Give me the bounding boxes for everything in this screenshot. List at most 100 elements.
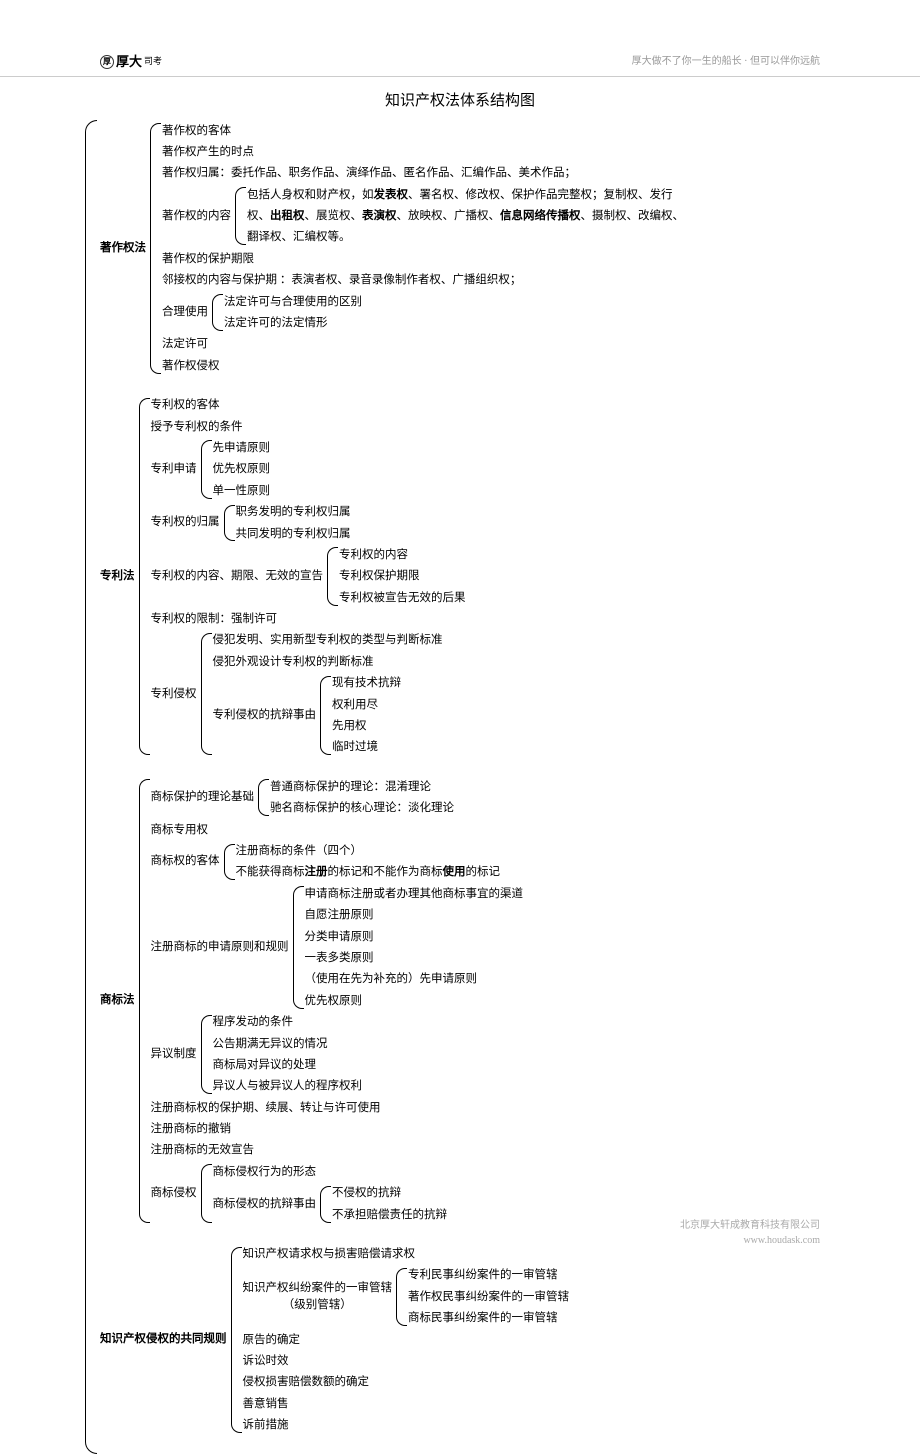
node-infringement: 专利侵权 侵犯发明、实用新型专利权的类型与判断标准 侵犯外观设计专利权的判断标准…	[151, 630, 861, 758]
leaf: 诉讼时效	[243, 1350, 861, 1371]
logo-icon: 厚	[100, 55, 114, 69]
section-label: 著作权法	[100, 240, 150, 257]
node-label: 商标保护的理论基础	[151, 789, 259, 806]
leaf: 注册商标的无效宣告	[151, 1140, 861, 1161]
footer-company: 北京厚大轩成教育科技有限公司	[680, 1218, 820, 1233]
leaf: 法定许可与合理使用的区别	[224, 291, 860, 312]
leaf: 商标侵权行为的形态	[213, 1161, 861, 1182]
node-object: 商标权的客体 注册商标的条件（四个） 不能获得商标注册的标记和不能作为商标使用的…	[151, 841, 861, 884]
leaf: 单一性原则	[213, 480, 861, 501]
node-ownership: 专利权的归属 职务发明的专利权归属 共同发明的专利权归属	[151, 502, 861, 545]
node-label: 著作权的内容	[162, 208, 235, 225]
node-application: 专利申请 先申请原则 优先权原则 单一性原则	[151, 437, 861, 501]
node-label: 专利权的内容、期限、无效的宣告	[151, 568, 328, 585]
node-theory: 商标保护的理论基础 普通商标保护的理论：混淆理论 驰名商标保护的核心理论：淡化理…	[151, 776, 861, 819]
leaf: 原告的确定	[243, 1329, 861, 1350]
node-jurisdiction: 知识产权纠纷案件的一审管辖 （级别管辖） 专利民事纠纷案件的一审管辖 著作权民事…	[243, 1265, 861, 1329]
leaf: 先申请原则	[213, 437, 861, 458]
leaf: 侵犯外观设计专利权的判断标准	[213, 651, 861, 672]
leaf: 专利权保护期限	[339, 566, 860, 587]
node-label: 专利权的归属	[151, 514, 224, 531]
node-label: 商标侵权的抗辩事由	[213, 1196, 321, 1213]
leaf: 侵权损害赔偿数额的确定	[243, 1372, 861, 1393]
section-label: 专利法	[100, 568, 139, 585]
section-label: 商标法	[100, 992, 139, 1009]
section-copyright: 著作权法 著作权的客体 著作权产生的时点 著作权归属：委托作品、职务作品、演绎作…	[100, 120, 860, 377]
leaf: 现有技术抗辩	[332, 673, 860, 694]
leaf: 分类申请原则	[305, 926, 861, 947]
leaf: 法定许可	[162, 334, 860, 355]
leaf: 注册商标的条件（四个）	[236, 841, 861, 862]
leaf: 法定许可的法定情形	[224, 313, 860, 334]
leaf: 著作权归属：委托作品、职务作品、演绎作品、匿名作品、汇编作品、美术作品；	[162, 163, 860, 184]
leaf: 著作权的客体	[162, 120, 860, 141]
node-content-term: 专利权的内容、期限、无效的宣告 专利权的内容 专利权保护期限 专利权被宣告无效的…	[151, 544, 861, 608]
leaf: 包括人身权和财产权，如发表权、署名权、修改权、保护作品完整权；复制权、发行	[247, 184, 797, 205]
node-defense: 专利侵权的抗辩事由 现有技术抗辩 权利用尽 先用权 临时过境	[213, 673, 861, 759]
leaf: 注册商标的撤销	[151, 1119, 861, 1140]
leaf: 不侵权的抗辩	[332, 1183, 860, 1204]
node-fairuse: 合理使用 法定许可与合理使用的区别 法定许可的法定情形	[162, 291, 860, 334]
node-label: 专利侵权	[151, 686, 201, 703]
leaf: 异议人与被异议人的程序权利	[213, 1076, 861, 1097]
leaf: 职务发明的专利权归属	[236, 502, 861, 523]
node-label: 专利侵权的抗辩事由	[213, 707, 321, 724]
leaf: 著作权民事纠纷案件的一审管辖	[408, 1286, 860, 1307]
leaf: 驰名商标保护的核心理论：淡化理论	[270, 798, 860, 819]
node-content: 著作权的内容 包括人身权和财产权，如发表权、署名权、修改权、保护作品完整权；复制…	[162, 184, 860, 248]
leaf: 专利民事纠纷案件的一审管辖	[408, 1265, 860, 1286]
leaf: 公告期满无异议的情况	[213, 1033, 861, 1054]
page-header: 厚 厚大 司考 厚大做不了你一生的船长 · 但可以伴你远航	[0, 52, 920, 77]
node-label: 注册商标的申请原则和规则	[151, 939, 293, 956]
leaf: 商标专用权	[151, 819, 861, 840]
outline-tree: 著作权法 著作权的客体 著作权产生的时点 著作权归属：委托作品、职务作品、演绎作…	[100, 120, 860, 1454]
leaf: 著作权侵权	[162, 355, 860, 376]
footer: 北京厚大轩成教育科技有限公司 www.houdask.com	[680, 1218, 820, 1248]
leaf: 诉前措施	[243, 1415, 861, 1436]
node-label: 知识产权纠纷案件的一审管辖 （级别管辖）	[243, 1280, 397, 1315]
leaf: 程序发动的条件	[213, 1012, 861, 1033]
section-patent: 专利法 专利权的客体 授予专利权的条件 专利申请 先申请原则 优先权原则 单一性…	[100, 395, 860, 759]
node-label: 异议制度	[151, 1046, 201, 1063]
leaf: 善意销售	[243, 1393, 861, 1414]
leaf: 申请商标注册或者办理其他商标事宜的渠道	[305, 883, 861, 904]
leaf: 著作权产生的时点	[162, 141, 860, 162]
leaf: 优先权原则	[213, 459, 861, 480]
leaf: 普通商标保护的理论：混淆理论	[270, 776, 860, 797]
leaf: 邻接权的内容与保护期 ：表演者权、录音录像制作者权、广播组织权；	[162, 270, 860, 291]
leaf: 授予专利权的条件	[151, 416, 861, 437]
leaf: 专利权的客体	[151, 395, 861, 416]
leaf: 权、出租权、展览权、表演权、放映权、广播权、信息网络传播权、摄制权、改编权、	[247, 206, 797, 227]
logo: 厚 厚大 司考	[100, 52, 162, 72]
leaf: 专利权被宣告无效的后果	[339, 587, 860, 608]
leaf: （使用在先为补充的）先申请原则	[305, 969, 861, 990]
leaf: 优先权原则	[305, 990, 861, 1011]
node-tm-infringement: 商标侵权 商标侵权行为的形态 商标侵权的抗辩事由 不侵权的抗辩 不承担赔偿责任的…	[151, 1161, 861, 1225]
leaf: 自愿注册原则	[305, 905, 861, 926]
leaf: 侵犯发明、实用新型专利权的类型与判断标准	[213, 630, 861, 651]
leaf: 一表多类原则	[305, 947, 861, 968]
node-label: 商标权的客体	[151, 853, 224, 870]
node-label: 商标侵权	[151, 1185, 201, 1202]
leaf: 商标局对异议的处理	[213, 1054, 861, 1075]
leaf: 共同发明的专利权归属	[236, 523, 861, 544]
page-title: 知识产权法体系结构图	[0, 90, 920, 113]
leaf: 专利权的内容	[339, 544, 860, 565]
logo-sub: 司考	[144, 55, 162, 69]
leaf: 注册商标权的保护期、续展、转让与许可使用	[151, 1097, 861, 1118]
section-trademark: 商标法 商标保护的理论基础 普通商标保护的理论：混淆理论 驰名商标保护的核心理论…	[100, 776, 860, 1225]
node-opposition: 异议制度 程序发动的条件 公告期满无异议的情况 商标局对异议的处理 异议人与被异…	[151, 1012, 861, 1098]
leaf: 商标民事纠纷案件的一审管辖	[408, 1308, 860, 1329]
node-reg-principles: 注册商标的申请原则和规则 申请商标注册或者办理其他商标事宜的渠道 自愿注册原则 …	[151, 883, 861, 1011]
leaf: 翻译权、汇编权等。	[247, 227, 860, 248]
section-common-rules: 知识产权侵权的共同规则 知识产权请求权与损害赔偿请求权 知识产权纠纷案件的一审管…	[100, 1244, 860, 1437]
leaf: 不能获得商标注册的标记和不能作为商标使用的标记	[236, 862, 861, 883]
leaf: 著作权的保护期限	[162, 248, 860, 269]
leaf: 权利用尽	[332, 694, 860, 715]
logo-main: 厚大	[116, 52, 142, 72]
root-brace	[85, 120, 97, 1454]
leaf: 先用权	[332, 716, 860, 737]
leaf: 专利权的限制：强制许可	[151, 609, 861, 630]
node-label: 专利申请	[151, 461, 201, 478]
tagline: 厚大做不了你一生的船长 · 但可以伴你远航	[632, 54, 820, 69]
